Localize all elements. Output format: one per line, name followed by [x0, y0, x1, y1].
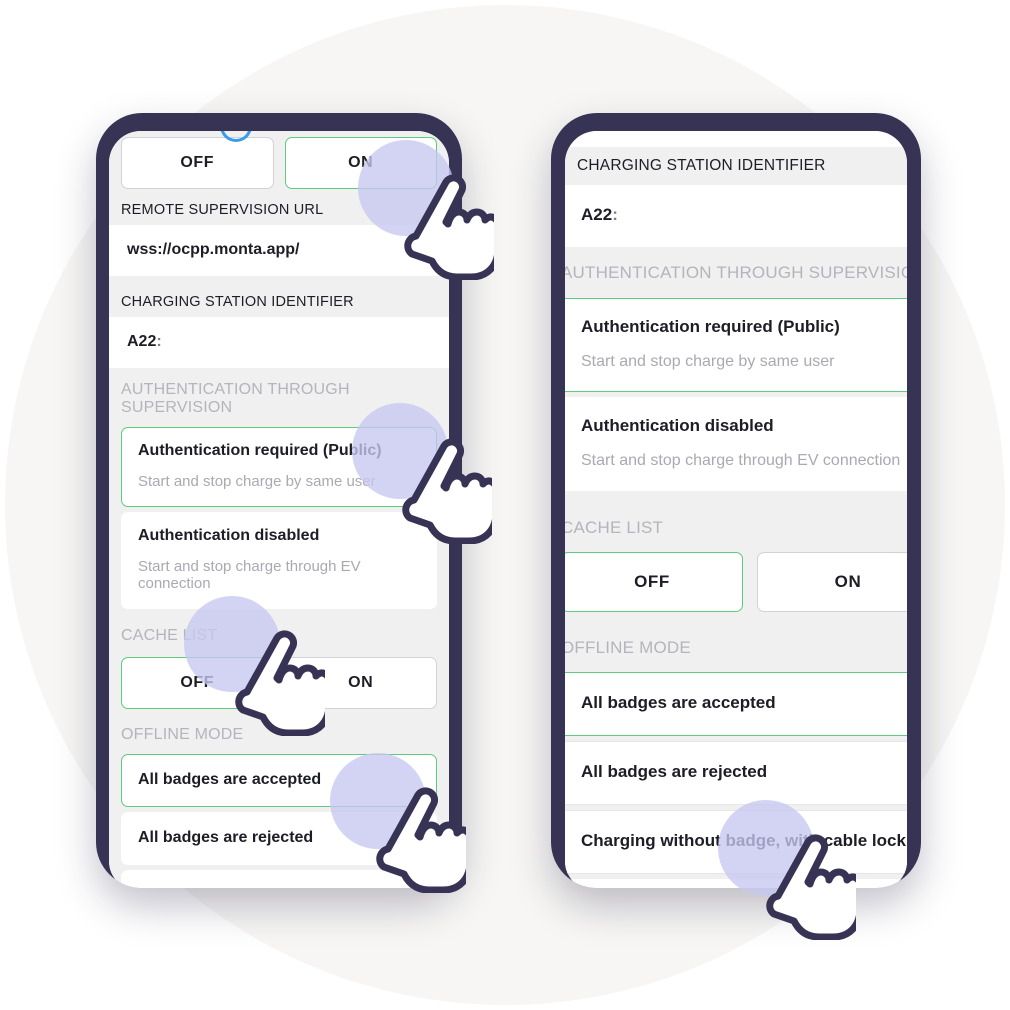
charging-station-identifier-input[interactable]: A22: [109, 317, 449, 368]
auth-option-disabled-right[interactable]: Authentication disabled Start and stop c… [565, 397, 907, 491]
offline-option-rejected-title: All badges are rejected [138, 829, 314, 846]
auth-option-required-title: Authentication required (Public) [138, 442, 382, 459]
cache-list-off-button-right[interactable]: OFF [565, 552, 743, 612]
offline-mode-options-group: All badges are accepted All badges are r… [109, 754, 449, 888]
offline-option-accepted[interactable]: All badges are accepted [121, 754, 437, 807]
phone-right: CHARGING STATION IDENTIFIER A22: AUTHENT… [551, 113, 921, 888]
offline-option-cable-lock-right[interactable]: Charging without badge, with cable lock [565, 810, 907, 874]
auth-option-required-title-right: Authentication required (Public) [581, 317, 840, 336]
remote-supervision-url-input[interactable]: wss://ocpp.monta.app/ [109, 225, 449, 276]
auth-options-group-right: Authentication required (Public) Start a… [565, 298, 907, 491]
top-toggle-group: OFF ON [109, 135, 449, 193]
auth-option-disabled-subtitle-right: Start and stop charge through EV connect… [581, 452, 901, 469]
remote-supervision-url-label: REMOTE SUPERVISION URL [109, 193, 449, 225]
offline-option-rejected-title-right: All badges are rejected [581, 762, 768, 781]
offline-option-cable-lock-title-right: Charging without badge, with cable lock [581, 831, 906, 850]
top-toggle-off-button[interactable]: OFF [121, 137, 274, 189]
auth-option-disabled-title-right: Authentication disabled [581, 416, 774, 435]
charging-station-identifier-label-right: CHARGING STATION IDENTIFIER [565, 147, 907, 185]
offline-option-rejected-right[interactable]: All badges are rejected [565, 741, 907, 805]
offline-option-rejected[interactable]: All badges are rejected [121, 812, 437, 865]
cache-list-header-right: CACHE LIST [565, 496, 907, 552]
offline-option-accepted-right[interactable]: All badges are accepted [565, 672, 907, 736]
remote-supervision-url-value: wss://ocpp.monta.app/ [127, 241, 300, 258]
auth-option-disabled-subtitle: Start and stop charge through EV connect… [138, 558, 361, 592]
auth-option-required[interactable]: Authentication required (Public) Start a… [121, 427, 437, 507]
auth-option-required-right[interactable]: Authentication required (Public) Start a… [565, 298, 907, 392]
offline-mode-options-group-right: All badges are accepted All badges are r… [565, 672, 907, 874]
cache-list-toggle-group-right: OFF ON [565, 552, 907, 618]
save-button-row: Save [565, 879, 907, 888]
cache-list-on-button-right[interactable]: ON [757, 552, 907, 612]
auth-section-header: AUTHENTICATION THROUGH SUPERVISION [109, 368, 449, 427]
offline-mode-header-right: OFFLINE MODE [565, 618, 907, 672]
charging-station-identifier-input-right[interactable]: A22: [565, 185, 907, 247]
cache-list-off-button[interactable]: OFF [121, 657, 274, 709]
auth-option-required-subtitle-right: Start and stop charge by same user [581, 353, 835, 370]
auth-options-group: Authentication required (Public) Start a… [109, 427, 449, 609]
auth-section-header-right: AUTHENTICATION THROUGH SUPERVISION [565, 247, 907, 298]
offline-option-accepted-title: All badges are accepted [138, 771, 322, 788]
top-toggle-on-button[interactable]: ON [284, 137, 437, 189]
cache-list-on-button[interactable]: ON [284, 657, 437, 709]
charging-station-identifier-truncation: : [156, 333, 162, 350]
phone-left-screen: OFF ON REMOTE SUPERVISION URL wss://ocpp… [109, 131, 449, 888]
phone-left: OFF ON REMOTE SUPERVISION URL wss://ocpp… [96, 113, 462, 888]
offline-option-cable-lock[interactable]: Charging without badge, with cable lock [121, 870, 437, 888]
auth-option-disabled[interactable]: Authentication disabled Start and stop c… [121, 512, 437, 609]
phone-left-content: OFF ON REMOTE SUPERVISION URL wss://ocpp… [109, 131, 449, 888]
offline-mode-header: OFFLINE MODE [109, 713, 449, 754]
phone-right-screen: CHARGING STATION IDENTIFIER A22: AUTHENT… [565, 131, 907, 888]
offline-option-accepted-title-right: All badges are accepted [581, 693, 776, 712]
charging-station-identifier-value: A22 [127, 333, 157, 350]
divider [109, 276, 449, 285]
cache-list-toggle-group: OFF ON [109, 655, 449, 713]
offline-option-cable-lock-title: Charging without badge, with cable lock [138, 887, 420, 888]
auth-option-disabled-title: Authentication disabled [138, 527, 320, 544]
cache-list-header: CACHE LIST [109, 614, 449, 655]
screenshot-stage: OFF ON REMOTE SUPERVISION URL wss://ocpp… [0, 0, 1010, 1010]
charging-station-identifier-value-right: A22 [581, 205, 613, 224]
phone-right-content: CHARGING STATION IDENTIFIER A22: AUTHENT… [565, 131, 907, 888]
charging-station-identifier-truncation-right: : [612, 205, 618, 224]
charging-station-identifier-label: CHARGING STATION IDENTIFIER [109, 285, 449, 317]
auth-option-required-subtitle: Start and stop charge by same user [138, 473, 376, 490]
